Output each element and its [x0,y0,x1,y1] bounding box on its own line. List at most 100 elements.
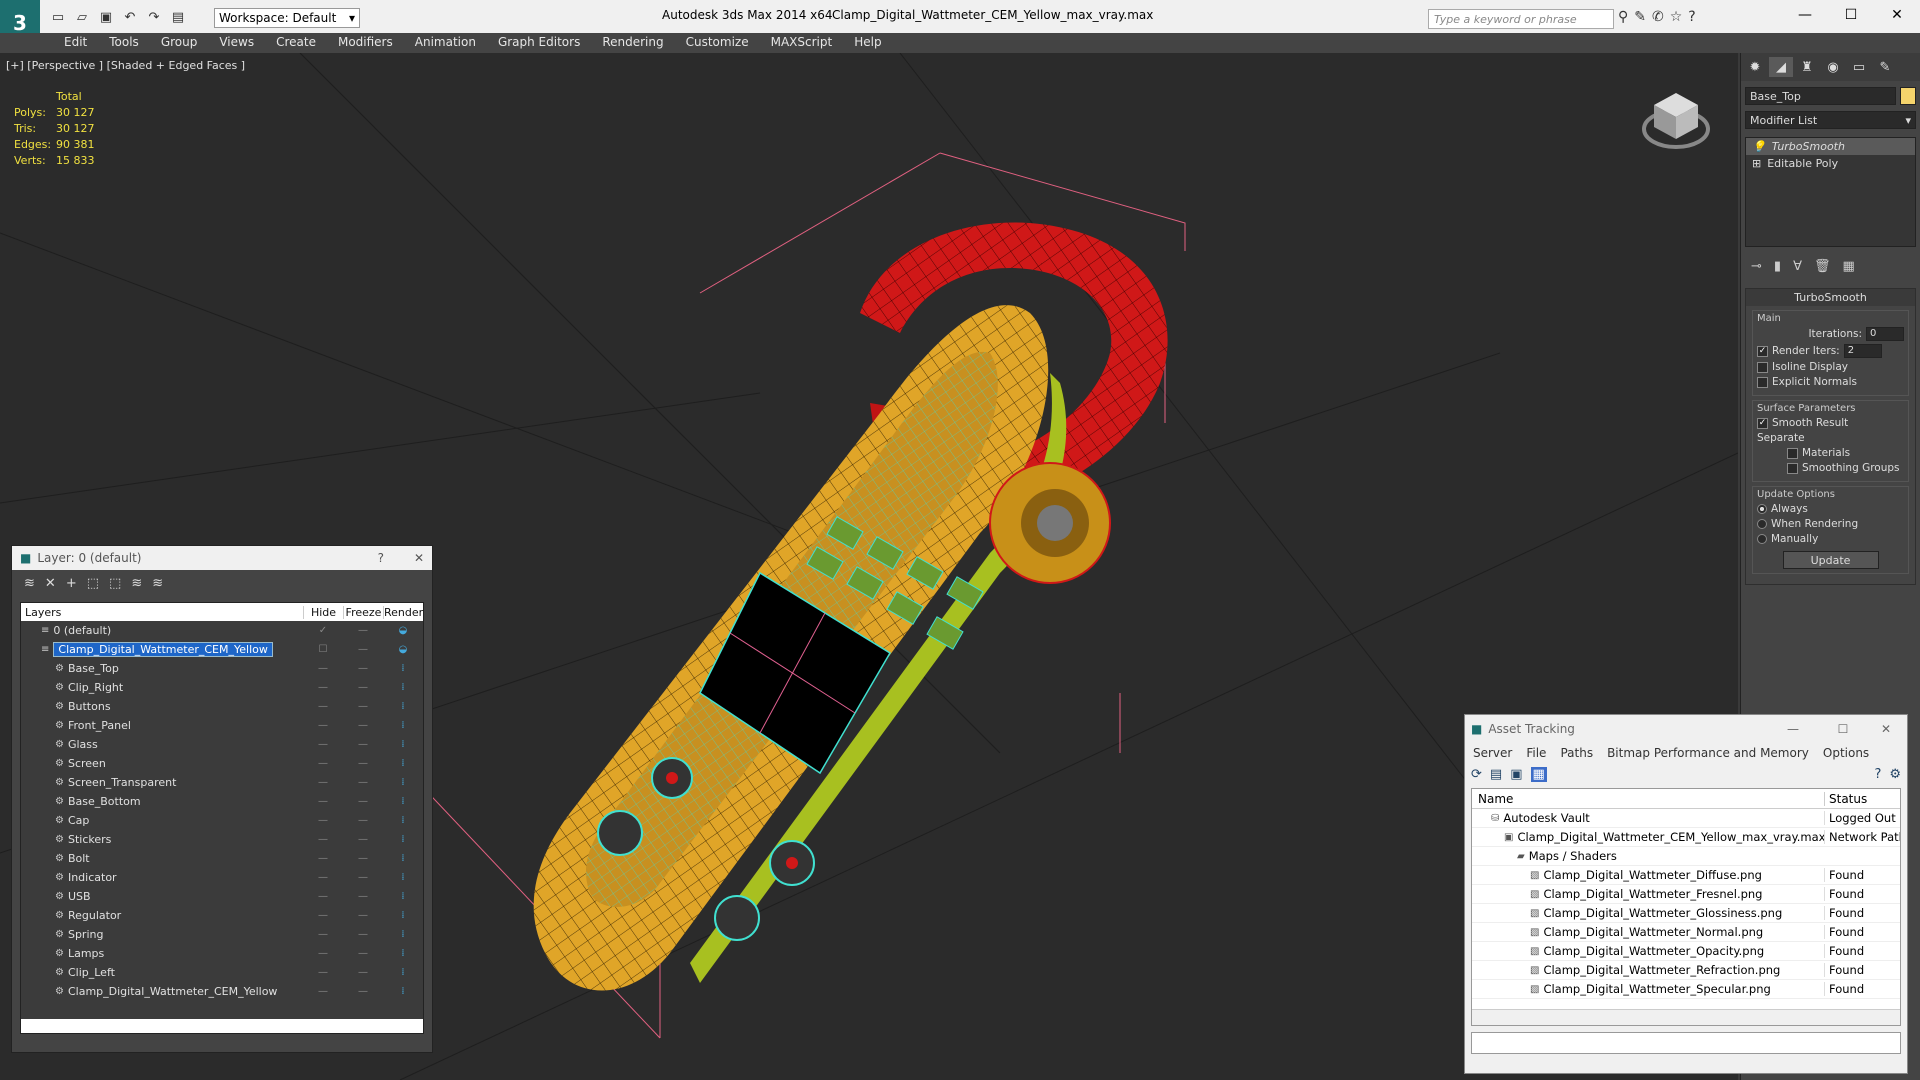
menu-maxscript[interactable]: MAXScript [761,33,843,53]
render-toggle-icon[interactable]: ⁞ [383,853,423,864]
utilities-tab-icon[interactable]: ✎ [1873,57,1897,77]
asset-row[interactable]: ▧ Clamp_Digital_Wattmeter_Glossiness.png F… [1472,904,1900,923]
rollout-title[interactable]: TurboSmooth [1746,289,1915,306]
render-toggle-icon[interactable]: ⁞ [383,663,423,674]
binoculars-icon[interactable]: ⚲ [1618,9,1628,25]
freeze-toggle-icon[interactable]: — [343,701,383,712]
layer-row[interactable]: ⚙ Screen — — ⁞ [21,754,423,773]
layer-row[interactable]: ⚙ Glass — — ⁞ [21,735,423,754]
hide-toggle-icon[interactable]: — [303,777,343,788]
update-button[interactable]: Update [1782,551,1879,569]
communication-icon[interactable]: ✆ [1652,9,1664,25]
explicit-normals-checkbox[interactable] [1757,376,1768,388]
hide-toggle-icon[interactable]: — [303,891,343,902]
freeze-toggle-icon[interactable]: — [343,910,383,921]
hide-all-icon[interactable]: ≋ [131,576,142,591]
asset-row[interactable]: ▧ Clamp_Digital_Wattmeter_Diffuse.png Foun… [1472,866,1900,885]
layer-row[interactable]: ⚙ Screen_Transparent — — ⁞ [21,773,423,792]
close-icon[interactable]: ✕ [1874,0,1920,30]
render-toggle-icon[interactable]: ⁞ [383,815,423,826]
freeze-toggle-icon[interactable]: — [343,796,383,807]
col-layers[interactable]: Layers [21,606,303,619]
asset-row[interactable]: ▧ Clamp_Digital_Wattmeter_Opacity.png Foun… [1472,942,1900,961]
hide-toggle-icon[interactable]: — [303,948,343,959]
render-toggle-icon[interactable]: ⁞ [383,834,423,845]
freeze-toggle-icon[interactable]: — [343,682,383,693]
asset-menu-paths[interactable]: Paths [1560,746,1593,760]
close-icon[interactable]: ✕ [1871,722,1901,736]
render-toggle-icon[interactable]: ⁞ [383,872,423,883]
object-name-input[interactable]: Base_Top [1745,87,1896,105]
modifier-list-dropdown[interactable]: Modifier List ▾ [1745,111,1916,129]
hide-toggle-icon[interactable]: — [303,910,343,921]
render-toggle-icon[interactable]: ⁞ [383,948,423,959]
maximize-icon[interactable]: ☐ [1821,722,1865,736]
pin-stack-icon[interactable]: ⊸ [1751,259,1762,274]
freeze-toggle-icon[interactable]: — [343,758,383,769]
asset-row[interactable]: ▧ Clamp_Digital_Wattmeter_Specular.png Fou… [1472,980,1900,999]
freeze-toggle-icon[interactable]: — [343,834,383,845]
layer-row[interactable]: ⚙ Regulator — — ⁞ [21,906,423,925]
layer-row[interactable]: ⚙ Clamp_Digital_Wattmeter_CEM_Yellow — — ⁞ [21,982,423,1001]
hide-toggle-icon[interactable]: — [303,758,343,769]
menu-create[interactable]: Create [266,33,326,53]
minimize-icon[interactable]: — [1771,722,1815,736]
layer-row[interactable]: ⚙ Cap — — ⁞ [21,811,423,830]
render-toggle-icon[interactable]: ⁞ [383,910,423,921]
hide-toggle-icon[interactable]: — [303,929,343,940]
hide-toggle-icon[interactable]: — [303,815,343,826]
menu-customize[interactable]: Customize [676,33,759,53]
horizontal-scrollbar[interactable] [21,1019,423,1033]
freeze-toggle-icon[interactable]: — [343,815,383,826]
stack-item-editable-poly[interactable]: ⊞ Editable Poly [1746,155,1915,172]
freeze-toggle-icon[interactable]: — [343,891,383,902]
layer-window-titlebar[interactable]: ■ Layer: 0 (default) ? ✕ [12,546,432,570]
hide-toggle-icon[interactable]: — [303,701,343,712]
menu-help[interactable]: Help [844,33,891,53]
open-file-icon[interactable]: ▱ [72,8,92,26]
layer-row[interactable]: ⚙ Stickers — — ⁞ [21,830,423,849]
select-objects-icon[interactable]: ⬚ [87,576,99,591]
hide-toggle-icon[interactable]: — [303,872,343,883]
render-iters-spinner[interactable]: 2 [1843,344,1882,358]
layer-row[interactable]: ⚙ Lamps — — ⁞ [21,944,423,963]
delete-layer-icon[interactable]: ✕ [45,576,56,591]
hide-toggle-icon[interactable]: — [303,739,343,750]
viewcube-icon[interactable] [1640,83,1712,155]
freeze-toggle-icon[interactable]: — [343,967,383,978]
render-toggle-icon[interactable]: ⁞ [383,796,423,807]
freeze-toggle-icon[interactable]: — [343,986,383,997]
help-icon[interactable]: ? [1688,9,1695,25]
make-unique-icon[interactable]: ∀ [1793,259,1802,274]
save-icon[interactable]: ▣ [96,8,116,26]
favorites-star-icon[interactable]: ☆ [1670,9,1683,25]
hide-toggle-icon[interactable]: — [303,720,343,731]
asset-menu-options[interactable]: Options [1823,746,1869,760]
hide-toggle-icon[interactable]: — [303,682,343,693]
minimize-icon[interactable]: — [1782,0,1828,30]
freeze-toggle-icon[interactable]: — [343,929,383,940]
hide-toggle-icon[interactable]: — [303,986,343,997]
when-rendering-radio[interactable] [1757,519,1767,529]
menu-views[interactable]: Views [209,33,264,53]
hide-toggle-icon[interactable]: — [303,663,343,674]
maximize-icon[interactable]: ☐ [1828,0,1874,30]
remove-modifier-icon[interactable]: 🗑 [1814,259,1831,274]
manually-radio[interactable] [1757,534,1767,544]
smoothing-groups-checkbox[interactable] [1787,462,1798,474]
menu-animation[interactable]: Animation [405,33,486,53]
layer-row[interactable]: ⚙ Clip_Right — — ⁞ [21,678,423,697]
menu-modifiers[interactable]: Modifiers [328,33,403,53]
materials-checkbox[interactable] [1787,447,1798,459]
hide-toggle-icon[interactable]: ☐ [303,644,343,655]
asset-menu-bitmap[interactable]: Bitmap Performance and Memory [1607,746,1809,760]
menu-tools[interactable]: Tools [99,33,149,53]
freeze-toggle-icon[interactable]: — [343,853,383,864]
highlight-layer-icon[interactable]: ⬚ [109,576,121,591]
help-icon[interactable]: ? [1874,767,1881,782]
always-radio[interactable] [1757,504,1767,514]
asset-row[interactable]: ▧ Clamp_Digital_Wattmeter_Refraction.png F… [1472,961,1900,980]
layer-row[interactable]: ⚙ Indicator — — ⁞ [21,868,423,887]
freeze-all-icon[interactable]: ≋ [152,576,163,591]
viewport-label[interactable]: [+] [Perspective ] [Shaded + Edged Faces… [6,59,245,72]
